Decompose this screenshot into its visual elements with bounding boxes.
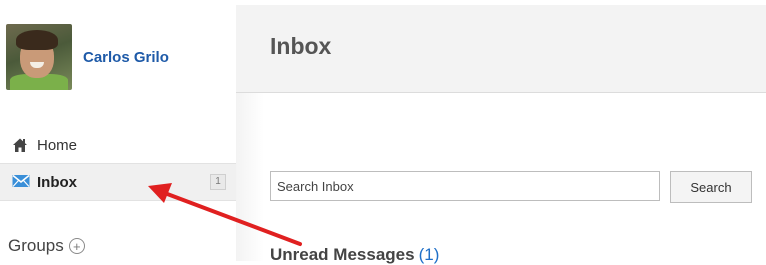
- plus-circle-icon[interactable]: +: [68, 238, 85, 254]
- section-title: Unread Messages: [270, 245, 415, 264]
- avatar[interactable]: [6, 24, 72, 90]
- sidebar-item-inbox[interactable]: Inbox 1: [0, 163, 236, 201]
- page-header: Inbox: [236, 5, 766, 93]
- profile: Carlos Grilo: [6, 24, 169, 90]
- sidebar-item-label: Inbox: [37, 173, 77, 191]
- groups-section: Groups +: [8, 236, 85, 256]
- sidebar: Carlos Grilo Home Inbox 1 Groups +: [0, 0, 236, 261]
- sidebar-item-home[interactable]: Home: [0, 130, 236, 160]
- home-icon: [12, 137, 28, 153]
- groups-label: Groups: [8, 236, 64, 255]
- sidebar-item-label: Home: [37, 136, 78, 154]
- profile-name-link[interactable]: Carlos Grilo: [83, 49, 169, 66]
- search-button[interactable]: Search: [670, 171, 752, 203]
- unread-count[interactable]: (1): [419, 245, 440, 264]
- unread-count-badge: 1: [210, 174, 226, 190]
- mail-icon: [12, 174, 30, 190]
- unread-messages-heading: Unread Messages (1): [270, 245, 439, 265]
- page-title: Inbox: [270, 33, 332, 59]
- sidebar-nav: Home Inbox 1: [0, 130, 236, 201]
- search-input[interactable]: [270, 171, 660, 201]
